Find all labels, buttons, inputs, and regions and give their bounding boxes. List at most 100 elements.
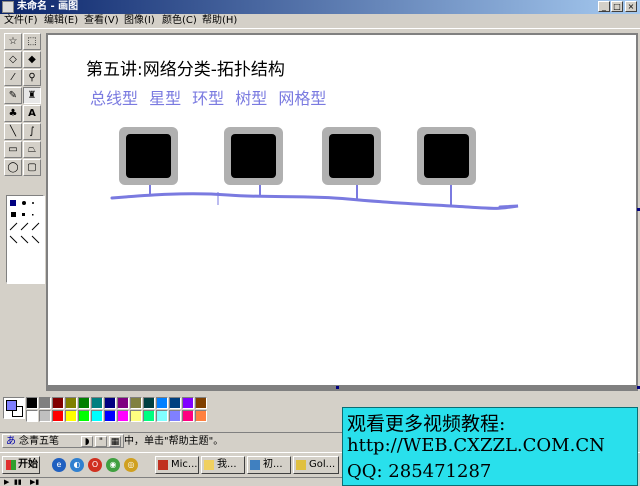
- soft-keyboard-icon[interactable]: ▦: [109, 436, 121, 447]
- palette-swatch[interactable]: [195, 410, 207, 422]
- airbrush-tool[interactable]: ♣: [4, 105, 22, 122]
- minimize-button[interactable]: _: [598, 1, 610, 12]
- palette-swatch[interactable]: [182, 410, 194, 422]
- half-width-icon[interactable]: ◗: [81, 436, 93, 447]
- window-icon: [250, 460, 260, 470]
- rectangle-tool[interactable]: ▭: [4, 141, 22, 158]
- pause-icon[interactable]: ▮▮: [14, 478, 22, 486]
- office-icon: [158, 460, 168, 470]
- palette-swatch[interactable]: [130, 397, 142, 409]
- palette-swatch[interactable]: [39, 397, 51, 409]
- palette-swatch[interactable]: [195, 397, 207, 409]
- palette-swatch[interactable]: [156, 410, 168, 422]
- brush-tool[interactable]: ♜: [23, 87, 41, 104]
- palette-swatch[interactable]: [104, 410, 116, 422]
- palette-swatch[interactable]: [39, 410, 51, 422]
- brush-shape-options[interactable]: [6, 195, 45, 284]
- palette-swatch[interactable]: [26, 397, 38, 409]
- opera-quicklaunch-icon[interactable]: O: [88, 458, 102, 472]
- title-bar: 未命名 - 画图 _ □ ×: [0, 0, 640, 14]
- watermark-line-1: 观看更多视频教程:: [347, 413, 506, 435]
- punctuation-icon[interactable]: ": [95, 436, 107, 447]
- task-microsoft[interactable]: Mic...: [155, 456, 199, 474]
- rounded-rect-tool[interactable]: ▢: [23, 159, 41, 176]
- play-icon[interactable]: ▶: [4, 478, 9, 486]
- menu-bar: 文件(F) 编辑(E) 查看(V) 图像(I) 颜色(C) 帮助(H): [0, 14, 640, 29]
- task-label: 我...: [217, 459, 237, 470]
- menu-colors[interactable]: 颜色(C): [162, 15, 197, 27]
- line-tool[interactable]: ╲: [4, 123, 22, 140]
- paint-app-icon[interactable]: [2, 1, 14, 13]
- drawing-canvas[interactable]: 第五讲:网络分类-拓扑结构 总线型 星型 环型 树型 网格型: [48, 35, 636, 385]
- brush-shapes-icon: [7, 196, 45, 284]
- task-label: Mic...: [171, 459, 198, 470]
- maximize-button[interactable]: □: [611, 1, 623, 12]
- palette-swatch[interactable]: [91, 397, 103, 409]
- palette-swatch[interactable]: [26, 410, 38, 422]
- start-button[interactable]: 开始: [2, 456, 40, 474]
- ellipse-tool[interactable]: ◯: [4, 159, 22, 176]
- close-button[interactable]: ×: [625, 1, 637, 12]
- palette-swatch[interactable]: [78, 397, 90, 409]
- palette-swatch[interactable]: [169, 397, 181, 409]
- folder-icon: [204, 460, 214, 470]
- rect-select-tool[interactable]: ⬚: [23, 33, 41, 50]
- watermark-url: http://WEB.CXZZL.COM.CN: [347, 435, 605, 456]
- status-help-text: 中，单击"帮助主题"。: [124, 436, 224, 447]
- palette-swatch[interactable]: [156, 397, 168, 409]
- palette-swatch[interactable]: [117, 397, 129, 409]
- text-tool[interactable]: A: [23, 105, 41, 122]
- task-label: Gol...: [309, 459, 336, 470]
- skip-icon[interactable]: ▶▮: [30, 478, 39, 486]
- curve-tool[interactable]: ∫: [23, 123, 41, 140]
- computer-node-3: [322, 127, 381, 185]
- windows-flag-icon: [6, 460, 16, 470]
- bus-line: [110, 192, 519, 210]
- resize-handle-bottom[interactable]: [336, 386, 339, 389]
- ime-toolbar[interactable]: あ 念青五笔 ◗ " ▦: [2, 434, 124, 448]
- ime-name[interactable]: 念青五笔: [19, 436, 59, 447]
- fill-tool[interactable]: ◆: [23, 51, 41, 68]
- computer-node-4: [417, 127, 476, 185]
- palette-swatch[interactable]: [65, 410, 77, 422]
- computer-node-2: [224, 127, 283, 185]
- task-label: 初...: [263, 459, 283, 470]
- menu-view[interactable]: 查看(V): [84, 15, 119, 27]
- menu-edit[interactable]: 编辑(E): [44, 15, 78, 27]
- menu-file[interactable]: 文件(F): [4, 15, 38, 27]
- color-picker-tool[interactable]: ⁄: [4, 69, 22, 86]
- foreground-color: [6, 400, 17, 411]
- palette-swatch[interactable]: [169, 410, 181, 422]
- menu-help[interactable]: 帮助(H): [202, 15, 237, 27]
- palette-swatch[interactable]: [52, 410, 64, 422]
- palette-swatch[interactable]: [78, 410, 90, 422]
- palette-swatch[interactable]: [104, 397, 116, 409]
- goldwave-icon: [296, 460, 306, 470]
- palette-swatch[interactable]: [91, 410, 103, 422]
- palette-swatch[interactable]: [182, 397, 194, 409]
- eraser-tool[interactable]: ◇: [4, 51, 22, 68]
- polygon-tool[interactable]: ⏢: [23, 141, 41, 158]
- task-chu[interactable]: 初...: [247, 456, 291, 474]
- tool-box: ☆ ⬚ ◇ ◆ ⁄ ⚲ ✎ ♜ ♣ A ╲ ∫ ▭ ⏢ ◯ ▢: [2, 33, 45, 284]
- palette-swatch[interactable]: [52, 397, 64, 409]
- palette-swatch[interactable]: [143, 397, 155, 409]
- media-quicklaunch-icon[interactable]: ◎: [124, 458, 138, 472]
- menu-image[interactable]: 图像(I): [124, 15, 155, 27]
- app-quicklaunch-icon[interactable]: ◉: [106, 458, 120, 472]
- ime-logo-icon[interactable]: あ: [5, 436, 17, 447]
- palette-swatch[interactable]: [117, 410, 129, 422]
- free-select-tool[interactable]: ☆: [4, 33, 22, 50]
- palette-swatch[interactable]: [143, 410, 155, 422]
- bus-topology-drawing: [110, 127, 519, 210]
- task-gol[interactable]: Gol...: [293, 456, 339, 474]
- magnifier-tool[interactable]: ⚲: [23, 69, 41, 86]
- palette-swatch[interactable]: [65, 397, 77, 409]
- desktop-quicklaunch-icon[interactable]: ◐: [70, 458, 84, 472]
- palette-swatch[interactable]: [130, 410, 142, 422]
- current-colors[interactable]: [3, 397, 25, 419]
- task-my-documents[interactable]: 我...: [201, 456, 245, 474]
- status-bar: あ 念青五笔 ◗ " ▦ 中，单击"帮助主题"。: [0, 432, 345, 449]
- ie-quicklaunch-icon[interactable]: e: [52, 458, 66, 472]
- pencil-tool[interactable]: ✎: [4, 87, 22, 104]
